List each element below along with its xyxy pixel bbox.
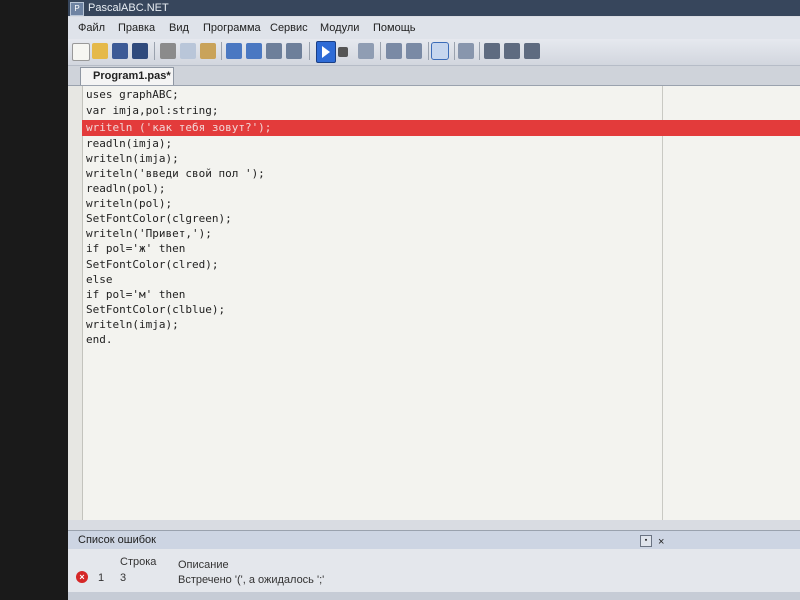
toolbar-separator bbox=[221, 42, 222, 60]
toolbar-separator bbox=[309, 42, 310, 60]
stop-icon[interactable] bbox=[338, 47, 348, 57]
code-editor[interactable]: uses graphABC; var imja,pol:string; writ… bbox=[68, 86, 800, 600]
app-icon: P bbox=[70, 2, 84, 16]
paste-icon[interactable] bbox=[200, 43, 216, 59]
menu-view[interactable]: Вид bbox=[169, 22, 189, 34]
error-list-header: Список ошибок ▪ × bbox=[68, 531, 800, 549]
right-margin-line bbox=[662, 86, 663, 520]
code-line-14[interactable]: if pol='м' then bbox=[86, 287, 185, 303]
code-line-6[interactable]: writeln('введи свой пол '); bbox=[86, 166, 265, 182]
error-row-line[interactable]: 3 bbox=[120, 572, 126, 584]
compile-icon[interactable] bbox=[358, 43, 374, 59]
code-line-17[interactable]: end. bbox=[86, 332, 113, 348]
window-title: PascalABC.NET bbox=[88, 2, 169, 14]
toolbar-separator bbox=[479, 42, 480, 60]
format-code-icon[interactable] bbox=[484, 43, 500, 59]
save-icon[interactable] bbox=[112, 43, 128, 59]
output-window-icon[interactable] bbox=[431, 42, 449, 60]
menu-service[interactable]: Сервис bbox=[270, 22, 308, 34]
code-line-4[interactable]: readln(imja); bbox=[86, 136, 172, 152]
code-line-9[interactable]: SetFontColor(clgreen); bbox=[86, 211, 232, 227]
step-into-icon[interactable] bbox=[406, 43, 422, 59]
column-header-line[interactable]: Строка bbox=[120, 556, 156, 568]
close-icon[interactable]: × bbox=[658, 533, 664, 551]
column-header-description[interactable]: Описание bbox=[178, 559, 229, 571]
redo-icon[interactable] bbox=[246, 43, 262, 59]
undo-icon[interactable] bbox=[226, 43, 242, 59]
toolbar-separator bbox=[380, 42, 381, 60]
code-line-2[interactable]: var imja,pol:string; bbox=[86, 103, 218, 119]
error-list-panel: Список ошибок ▪ × Строка Описание × 1 3 … bbox=[68, 530, 800, 600]
copy-icon[interactable] bbox=[180, 43, 196, 59]
code-line-10[interactable]: writeln('Привет,'); bbox=[86, 226, 212, 242]
status-bar bbox=[68, 592, 800, 600]
editor-gutter bbox=[68, 86, 83, 520]
code-line-7[interactable]: readln(pol); bbox=[86, 181, 165, 197]
toolbar-separator bbox=[428, 42, 429, 60]
menu-program[interactable]: Программа bbox=[203, 22, 261, 34]
toolbar-separator bbox=[454, 42, 455, 60]
tab-strip: Program1.pas* bbox=[68, 66, 800, 86]
title-bar: P PascalABC.NET bbox=[68, 0, 800, 16]
comment-icon[interactable] bbox=[504, 43, 520, 59]
menu-bar: Файл Правка Вид Программа Сервис Модули … bbox=[68, 17, 800, 39]
ide-window: P PascalABC.NET Файл Правка Вид Программ… bbox=[68, 0, 800, 600]
menu-edit[interactable]: Правка bbox=[118, 22, 155, 34]
error-row-description[interactable]: Встречено '(', а ожидалось ';' bbox=[178, 574, 324, 586]
error-icon: × bbox=[76, 571, 88, 583]
code-line-16[interactable]: writeln(imja); bbox=[86, 317, 179, 333]
code-line-15[interactable]: SetFontColor(clblue); bbox=[86, 302, 225, 318]
code-line-3[interactable]: writeln ('как тебя зовут?'); bbox=[86, 120, 271, 136]
code-line-1[interactable]: uses graphABC; bbox=[86, 87, 179, 103]
new-file-icon[interactable] bbox=[72, 43, 90, 61]
navigate-back-icon[interactable] bbox=[266, 43, 282, 59]
code-line-13[interactable]: else bbox=[86, 272, 113, 288]
tab-program1[interactable]: Program1.pas* bbox=[80, 67, 174, 85]
step-over-icon[interactable] bbox=[386, 43, 402, 59]
toolbar bbox=[68, 39, 800, 66]
save-all-icon[interactable] bbox=[132, 43, 148, 59]
code-line-12[interactable]: SetFontColor(clred); bbox=[86, 257, 218, 273]
run-icon[interactable] bbox=[316, 41, 336, 63]
menu-help[interactable]: Помощь bbox=[373, 22, 416, 34]
error-row-index[interactable]: 1 bbox=[98, 572, 104, 584]
cut-icon[interactable] bbox=[160, 43, 176, 59]
code-line-5[interactable]: writeln(imja); bbox=[86, 151, 179, 167]
error-list-title: Список ошибок bbox=[78, 534, 156, 546]
menu-modules[interactable]: Модули bbox=[320, 22, 359, 34]
uncomment-icon[interactable] bbox=[524, 43, 540, 59]
menu-file[interactable]: Файл bbox=[78, 22, 105, 34]
pin-icon[interactable]: ▪ bbox=[640, 535, 652, 547]
open-folder-icon[interactable] bbox=[92, 43, 108, 59]
navigate-forward-icon[interactable] bbox=[286, 43, 302, 59]
code-line-8[interactable]: writeln(pol); bbox=[86, 196, 172, 212]
toolbar-separator bbox=[154, 42, 155, 60]
code-line-11[interactable]: if pol='ж' then bbox=[86, 241, 185, 257]
debug-window-icon[interactable] bbox=[458, 43, 474, 59]
